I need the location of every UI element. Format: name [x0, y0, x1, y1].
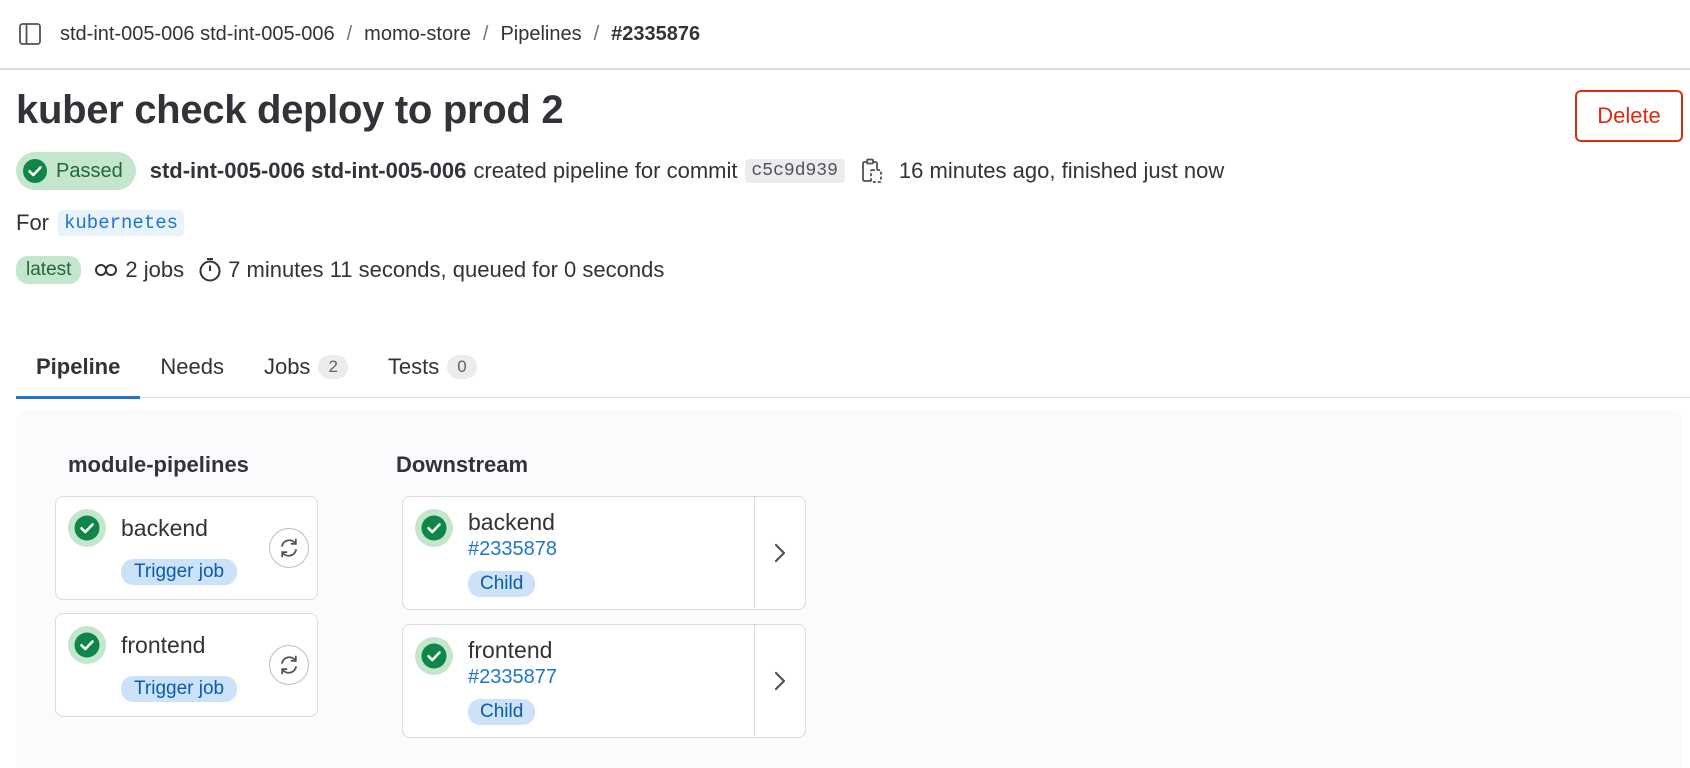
tab-count: 2 — [318, 355, 348, 379]
ref-row: For kubernetes — [16, 208, 185, 238]
tab-count: 0 — [447, 355, 477, 379]
duration-text: 7 minutes 11 seconds, queued for 0 secon… — [228, 257, 665, 282]
delete-button[interactable]: Delete — [1575, 90, 1683, 142]
tab-label: Needs — [160, 354, 224, 379]
sidebar-icon — [19, 23, 41, 45]
breadcrumb-pipelines[interactable]: Pipelines — [500, 23, 581, 46]
breadcrumb-current-pipeline[interactable]: #2335876 — [611, 23, 700, 46]
check-circle-icon — [68, 509, 106, 547]
status-label: Passed — [56, 159, 123, 182]
tab-jobs[interactable]: Jobs 2 — [244, 336, 368, 398]
check-circle-icon — [68, 626, 106, 664]
breadcrumb-separator: / — [482, 22, 489, 45]
tab-needs[interactable]: Needs — [140, 336, 244, 398]
downstream-name: frontend — [468, 637, 553, 663]
downstream-pipeline-main[interactable]: backend #2335878 Child — [403, 497, 755, 609]
stage-title: module-pipelines — [68, 452, 249, 477]
tab-label: Tests — [387, 354, 440, 379]
job-card-backend[interactable]: backend Trigger job — [55, 496, 318, 600]
downstream-pipeline-main[interactable]: frontend #2335877 Child — [403, 625, 755, 737]
retry-icon — [281, 538, 297, 558]
retry-button[interactable] — [269, 645, 309, 685]
chevron-right-icon — [774, 543, 786, 563]
chevron-right-icon — [774, 671, 786, 691]
timer-icon — [198, 257, 222, 283]
expand-downstream-button[interactable] — [755, 497, 805, 609]
pipeline-tabs: Pipeline Needs Jobs 2 Tests 0 — [16, 336, 1690, 399]
check-circle-icon — [415, 637, 453, 675]
latest-badge: latest — [16, 256, 82, 284]
top-bar: std-int-005-006 std-int-005-006 / momo-s… — [0, 0, 1690, 70]
pipeline-jobs-icon — [93, 259, 119, 281]
time-text: 16 minutes ago, finished just now — [898, 158, 1225, 183]
check-circle-icon — [23, 159, 47, 183]
pipeline-meta: Passed std-int-005-006 std-int-005-006 c… — [16, 152, 1231, 190]
job-card-frontend[interactable]: frontend Trigger job — [55, 613, 318, 717]
tab-label: Jobs — [263, 354, 311, 379]
child-badge: Child — [468, 571, 536, 597]
trigger-job-badge: Trigger job — [121, 559, 238, 585]
pipeline-info: latest 2 jobs 7 minutes 11 seconds, queu… — [16, 254, 678, 286]
breadcrumb-project[interactable]: momo-store — [364, 23, 471, 46]
copy-icon — [862, 158, 882, 183]
downstream-id-link[interactable]: #2335878 — [468, 538, 557, 561]
tab-pipeline[interactable]: Pipeline — [16, 336, 141, 399]
expand-downstream-button[interactable] — [755, 625, 805, 737]
child-badge: Child — [468, 699, 536, 725]
job-name: frontend — [121, 632, 206, 658]
downstream-name: backend — [468, 509, 555, 535]
downstream-card-frontend: frontend #2335877 Child — [402, 624, 806, 738]
commit-sha-link[interactable]: c5c9d939 — [744, 159, 845, 183]
job-name: backend — [121, 515, 208, 541]
retry-icon — [281, 655, 297, 675]
ref-link[interactable]: kubernetes — [58, 210, 185, 236]
stage-title: Downstream — [396, 452, 529, 477]
retry-button[interactable] — [269, 528, 309, 568]
downstream-card-backend: backend #2335878 Child — [402, 496, 806, 610]
breadcrumb-group[interactable]: std-int-005-006 std-int-005-006 — [60, 23, 335, 46]
sidebar-toggle-button[interactable] — [16, 20, 44, 48]
check-circle-icon — [415, 509, 453, 547]
tab-tests[interactable]: Tests 0 — [368, 336, 497, 398]
breadcrumb-separator: / — [346, 22, 353, 45]
page-title: kuber check deploy to prod 2 — [16, 88, 564, 132]
pipeline-graph: module-pipelines backend Trigger job fro… — [16, 410, 1682, 768]
author-name[interactable]: std-int-005-006 std-int-005-006 — [150, 158, 467, 184]
downstream-id-link[interactable]: #2335877 — [468, 666, 557, 689]
action-text: created pipeline for commit — [473, 158, 738, 183]
copy-sha-button[interactable] — [859, 156, 885, 186]
tab-label: Pipeline — [36, 354, 121, 379]
trigger-job-badge: Trigger job — [121, 676, 238, 702]
status-badge[interactable]: Passed — [16, 152, 136, 190]
breadcrumb: std-int-005-006 std-int-005-006 / momo-s… — [60, 23, 700, 46]
for-label: For — [16, 210, 49, 235]
jobs-count: 2 jobs — [125, 257, 185, 282]
breadcrumb-separator: / — [593, 22, 600, 45]
